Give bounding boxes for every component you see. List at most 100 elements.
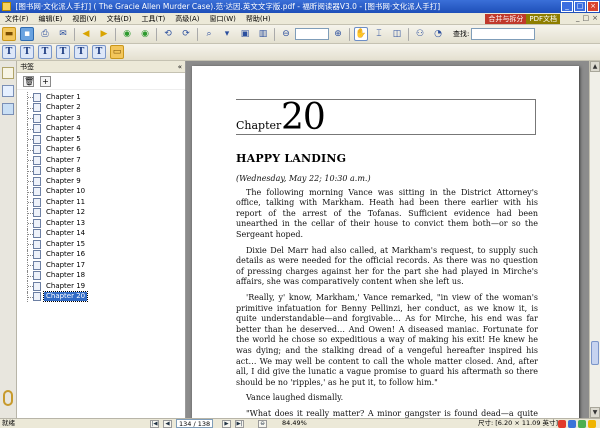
bookmark-item[interactable]: Chapter 2 <box>17 102 185 113</box>
email-icon[interactable]: ✉ <box>56 27 70 41</box>
previous-view-icon[interactable]: ◀ <box>79 27 93 41</box>
promo-pdf-doc[interactable]: PDF文档 <box>526 13 560 24</box>
network-icon[interactable] <box>578 420 586 428</box>
strikeout-text-icon[interactable]: T <box>92 45 106 59</box>
pages-tab-icon[interactable] <box>2 85 14 97</box>
collapse-panel-button[interactable]: « <box>178 61 182 73</box>
menu-tools[interactable]: 工具(T) <box>137 14 171 24</box>
text-box-icon[interactable]: T <box>20 45 34 59</box>
delete-bookmark-icon[interactable]: 🗑 <box>23 75 34 87</box>
bookmark-item[interactable]: Chapter 11 <box>17 197 185 208</box>
snapshot-icon[interactable]: ◫ <box>390 27 404 41</box>
print-icon[interactable]: ⎙ <box>38 27 52 41</box>
bookmark-page-icon <box>33 187 41 197</box>
document-viewport[interactable]: Chapter 20 HAPPY LANDING (Wednesday, May… <box>186 61 589 418</box>
select-text-icon[interactable]: ⌶ <box>372 27 386 41</box>
last-page-icon[interactable]: ◉ <box>138 27 152 41</box>
close-button[interactable]: × <box>587 1 599 12</box>
toolbar-separator <box>274 27 275 41</box>
bookmark-item[interactable]: Chapter 14 <box>17 228 185 239</box>
tree-connector <box>27 270 33 281</box>
page-size-readout: 尺寸: [6.20 × 11.09 英寸] <box>478 419 559 427</box>
zoom-dropdown-icon[interactable]: ▾ <box>220 27 234 41</box>
fit-width-icon[interactable]: ▥ <box>256 27 270 41</box>
callout-text-icon[interactable]: T <box>38 45 52 59</box>
layers-tab-icon[interactable] <box>2 103 14 115</box>
underline-text-icon[interactable]: T <box>74 45 88 59</box>
system-tray <box>558 419 596 428</box>
bookmark-item[interactable]: Chapter 4 <box>17 123 185 134</box>
promo-merge-split[interactable]: 合并与拆分 <box>485 13 527 24</box>
hand-tool-icon[interactable]: ✋ <box>354 27 368 41</box>
attachments-paperclip-icon[interactable] <box>3 390 13 406</box>
typewriter-text-icon[interactable]: T <box>2 45 16 59</box>
bookmark-item[interactable]: Chapter 17 <box>17 260 185 271</box>
bookmark-item[interactable]: Chapter 13 <box>17 218 185 229</box>
first-page-icon[interactable]: ◉ <box>120 27 134 41</box>
menu-window[interactable]: 窗口(W) <box>205 14 241 24</box>
bookmarks-tab-icon[interactable] <box>2 67 14 79</box>
doc-close-button[interactable]: × <box>592 14 598 22</box>
previous-page-button[interactable]: ◀ <box>163 420 172 428</box>
find-binoculars-icon[interactable]: ⚇ <box>413 27 427 41</box>
save-icon[interactable]: ▪ <box>20 27 34 41</box>
next-page-button[interactable]: ▶ <box>222 420 231 428</box>
bookmark-item[interactable]: Chapter 8 <box>17 165 185 176</box>
doc-restore-button[interactable]: □ <box>583 14 590 22</box>
bookmark-label: Chapter 19 <box>46 281 86 290</box>
menu-document[interactable]: 文档(D) <box>102 14 137 24</box>
zoom-tool-icon[interactable]: ⌕ <box>202 27 216 41</box>
maximize-button[interactable]: □ <box>574 1 586 12</box>
bookmark-item[interactable]: Chapter 7 <box>17 155 185 166</box>
scrollbar-thumb[interactable] <box>591 341 599 365</box>
page-number-field[interactable]: 134 / 138 <box>176 419 214 428</box>
doc-minimize-button[interactable]: _ <box>576 14 580 22</box>
bookmark-item[interactable]: Chapter 19 <box>17 281 185 292</box>
input-method-icon[interactable] <box>558 420 566 428</box>
bookmark-item[interactable]: Chapter 5 <box>17 134 185 145</box>
bookmark-item[interactable]: Chapter 16 <box>17 249 185 260</box>
paragraph: "What does it really matter? A minor gan… <box>246 408 538 418</box>
menu-help[interactable]: 帮助(H) <box>241 14 276 24</box>
bookmark-item[interactable]: Chapter 6 <box>17 144 185 155</box>
bookmark-label: Chapter 13 <box>46 218 86 227</box>
toolbar-separator <box>156 27 157 41</box>
bookmark-label: Chapter 14 <box>46 229 86 238</box>
zoom-out-icon[interactable]: ⊖ <box>279 27 293 41</box>
language-icon[interactable] <box>568 420 576 428</box>
bookmark-item[interactable]: Chapter 15 <box>17 239 185 250</box>
bookmark-item-selected[interactable]: Chapter 20 <box>17 291 185 303</box>
bookmark-item[interactable]: Chapter 12 <box>17 207 185 218</box>
menu-edit[interactable]: 编辑(E) <box>34 14 68 24</box>
promo-banner[interactable]: 合并与拆分 PDF文档 <box>485 13 560 24</box>
vertical-scrollbar[interactable]: ▲ ▼ <box>589 61 600 418</box>
scroll-up-arrow-icon[interactable]: ▲ <box>590 61 600 72</box>
fit-page-icon[interactable]: ▣ <box>238 27 252 41</box>
last-page-button[interactable]: ▶| <box>235 420 244 428</box>
zoom-in-icon[interactable]: ⊕ <box>331 27 345 41</box>
rotate-right-icon[interactable]: ⟳ <box>179 27 193 41</box>
scroll-down-arrow-icon[interactable]: ▼ <box>590 407 600 418</box>
bookmark-item[interactable]: Chapter 1 <box>17 92 185 103</box>
minimize-button[interactable]: _ <box>561 1 573 12</box>
expand-bookmark-icon[interactable]: + <box>40 75 51 87</box>
zoom-level-field[interactable] <box>295 28 329 40</box>
first-page-button[interactable]: |◀ <box>150 420 159 428</box>
find-options-icon[interactable]: ◔ <box>431 27 445 41</box>
continuous-view-button[interactable]: ⊖ <box>258 420 267 428</box>
tree-connector <box>27 134 33 145</box>
menu-advanced[interactable]: 高级(A) <box>170 14 204 24</box>
menu-view[interactable]: 视图(V) <box>67 14 101 24</box>
highlight-text-icon[interactable]: T <box>56 45 70 59</box>
menu-file[interactable]: 文件(F) <box>0 14 34 24</box>
volume-icon[interactable] <box>588 420 596 428</box>
bookmark-item[interactable]: Chapter 18 <box>17 270 185 281</box>
bookmark-item[interactable]: Chapter 3 <box>17 113 185 124</box>
rotate-left-icon[interactable]: ⟲ <box>161 27 175 41</box>
bookmark-item[interactable]: Chapter 10 <box>17 186 185 197</box>
next-view-icon[interactable]: ▶ <box>97 27 111 41</box>
open-folder-icon[interactable]: ▬ <box>2 27 16 41</box>
search-input[interactable] <box>471 28 536 40</box>
note-comment-icon[interactable]: ▭ <box>110 45 124 59</box>
bookmark-item[interactable]: Chapter 9 <box>17 176 185 187</box>
